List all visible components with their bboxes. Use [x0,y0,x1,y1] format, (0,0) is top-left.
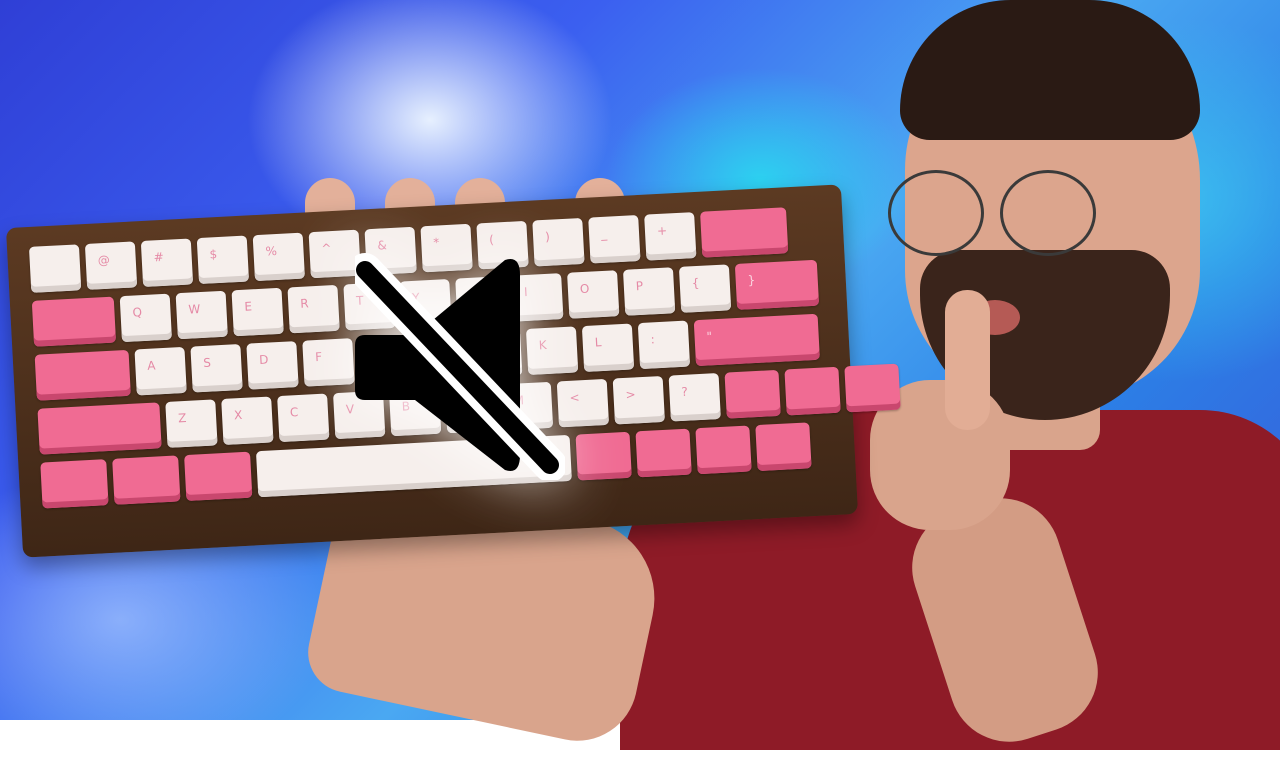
keycap-legend: % [265,243,278,259]
keycap: @ [84,241,138,290]
keycap-legend: Q [132,305,143,320]
keycap: ^ [308,229,361,279]
keycap: R [287,284,340,334]
keycap: D [246,341,299,390]
keycap: + [644,212,697,261]
keycap-legend: E [244,299,253,314]
keycap-legend: V [345,402,355,417]
keycap [755,422,812,472]
keycap: E [231,287,284,337]
keycap-legend: S [202,355,212,370]
keycap-legend: # [153,249,165,265]
keycap-legend: _ [600,226,608,241]
keycap: _ [588,214,641,264]
keycap: " [693,313,820,367]
keycap: $ [196,235,250,285]
keycap [575,431,632,481]
keycap: : [637,320,691,370]
keycap-legend: W [188,302,201,317]
keycap-legend: O [579,281,590,297]
keycap: { [678,264,732,313]
keycap: L [581,323,635,373]
keycap-legend: ( [488,232,495,247]
keycap-legend: F [314,349,323,365]
shush-finger [945,290,990,430]
keycap-legend: ? [681,384,689,399]
keycap-legend: $ [209,247,218,262]
keycap: X [221,396,274,446]
keycap-legend: C [289,405,299,420]
speaker-muted-icon [355,253,565,480]
keycap [31,296,117,347]
keycap [28,244,82,293]
hair [900,0,1200,140]
keycap-legend: : [650,332,656,347]
keycap: C [277,393,330,443]
keycap-legend: Z [177,410,187,426]
keycap [40,459,109,509]
keycap: A [134,346,187,396]
keycap-legend: A [146,358,156,373]
keycap: > [612,375,665,425]
keycap: S [190,343,243,393]
keycap-legend: L [594,335,602,350]
keycap-legend: > [625,387,636,402]
keycap: Q [119,293,172,343]
glasses-right-lens [1000,170,1096,256]
keycap: Z [165,399,218,448]
keycap-legend: X [233,407,243,423]
keycap: } [734,259,820,310]
keycap [635,428,692,478]
keycap [784,366,841,416]
keycap [34,349,131,401]
keycap-legend: + [656,223,668,239]
keycap-legend: { [691,275,700,291]
keycap-legend: P [635,278,644,294]
keycap [844,363,901,413]
keycap: F [302,338,355,387]
keycap-legend: @ [97,252,111,268]
keycap-legend: * [432,235,440,250]
keycap-legend: < [569,390,581,405]
keycap: % [252,232,305,282]
keycap: ? [668,373,721,422]
keycap-legend: " [706,329,713,344]
keycap: # [140,238,194,287]
keycap-legend: ^ [321,241,332,256]
keycap [184,451,253,502]
keycap [724,369,781,419]
keycap: W [175,290,228,340]
keycap-legend: R [299,296,310,311]
keycap [37,402,162,455]
glasses-left-lens [888,170,984,256]
keycap [112,455,181,505]
keycap-legend: ) [544,229,551,244]
keycap [700,207,789,258]
keycap: O [567,270,620,319]
keycap: P [622,267,676,316]
keycap-legend: D [258,352,269,368]
keycap-legend: } [747,272,756,288]
keycap [695,425,752,475]
